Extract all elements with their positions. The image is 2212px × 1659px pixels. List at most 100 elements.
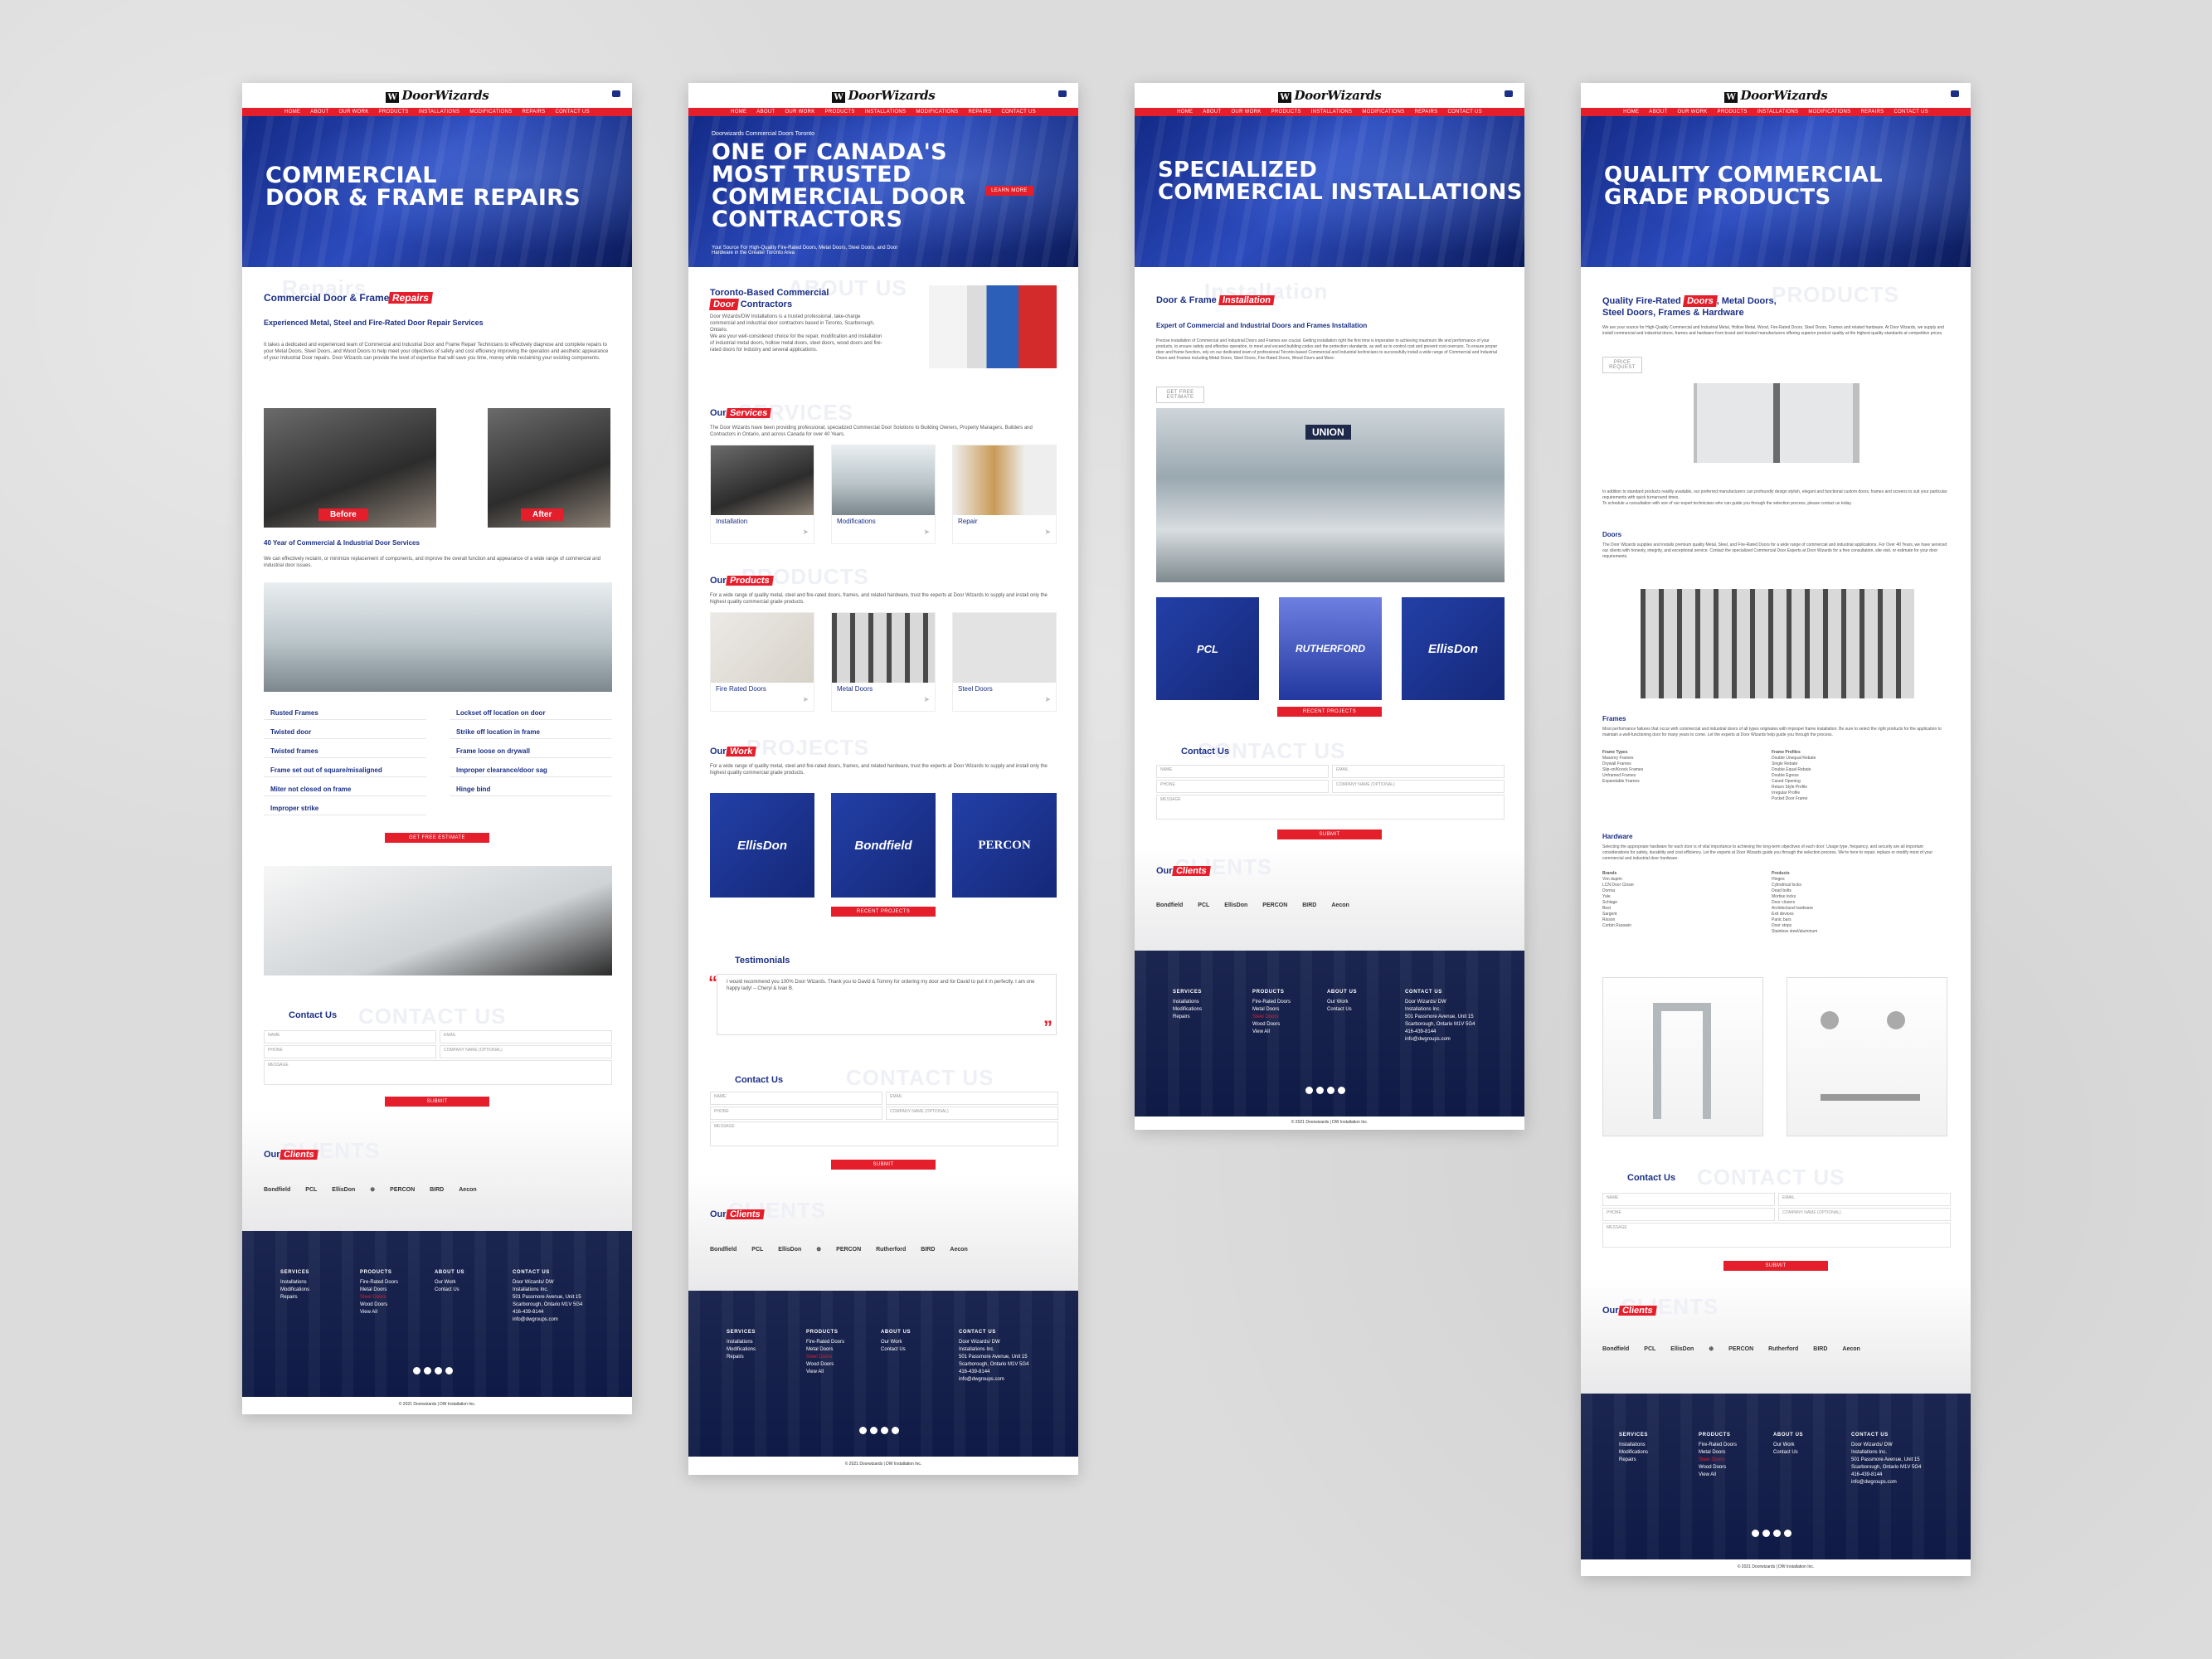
nav-products[interactable]: PRODUCTS bbox=[825, 109, 855, 114]
nav-repairs[interactable]: REPAIRS bbox=[522, 109, 545, 114]
footer-link[interactable]: View All bbox=[360, 1309, 398, 1316]
product-card[interactable]: Metal Doors ➤ bbox=[831, 612, 936, 712]
footer-link[interactable]: Our Work bbox=[881, 1339, 911, 1346]
linkedin-icon[interactable] bbox=[1762, 1530, 1770, 1537]
message-field[interactable]: MESSAGE bbox=[1602, 1223, 1951, 1248]
footer-link[interactable]: Modifications bbox=[1619, 1449, 1648, 1457]
footer-link[interactable]: Fire-Rated Doors bbox=[806, 1339, 844, 1346]
nav-installations[interactable]: INSTALLATIONS bbox=[419, 109, 460, 114]
nav-products[interactable]: PRODUCTS bbox=[1271, 109, 1301, 114]
linkedin-icon[interactable] bbox=[870, 1427, 878, 1434]
nav-modifications[interactable]: MODIFICATIONS bbox=[1362, 109, 1404, 114]
service-card[interactable]: Repair ➤ bbox=[952, 445, 1057, 544]
recent-projects-button[interactable]: RECENT PROJECTS bbox=[831, 907, 936, 917]
facebook-icon[interactable] bbox=[445, 1367, 453, 1374]
nav-products[interactable]: PRODUCTS bbox=[1718, 109, 1748, 114]
footer-link[interactable]: Metal Doors bbox=[360, 1287, 398, 1294]
footer-link[interactable]: Metal Doors bbox=[1699, 1449, 1737, 1457]
nav-our-work[interactable]: OUR WORK bbox=[785, 109, 814, 114]
nav-products[interactable]: PRODUCTS bbox=[379, 109, 409, 114]
phone-icon[interactable] bbox=[612, 90, 619, 97]
footer-link[interactable]: Contact Us bbox=[435, 1287, 464, 1294]
footer-link[interactable]: View All bbox=[806, 1369, 844, 1376]
message-field[interactable]: MESSAGE bbox=[710, 1121, 1058, 1146]
footer-link[interactable]: Repairs bbox=[280, 1294, 309, 1301]
name-field[interactable]: NAME bbox=[264, 1030, 436, 1044]
nav-modifications[interactable]: MODIFICATIONS bbox=[469, 109, 512, 114]
footer-link[interactable]: Installations bbox=[1173, 999, 1202, 1006]
nav-our-work[interactable]: OUR WORK bbox=[1677, 109, 1707, 114]
footer-link[interactable]: Contact Us bbox=[1773, 1449, 1803, 1457]
footer-link[interactable]: Fire-Rated Doors bbox=[1699, 1442, 1737, 1449]
product-card[interactable]: Steel Doors ➤ bbox=[952, 612, 1057, 712]
footer-link[interactable]: Steel Doors bbox=[1699, 1457, 1737, 1464]
footer-link[interactable]: Fire-Rated Doors bbox=[1252, 999, 1291, 1006]
footer-link[interactable]: Fire-Rated Doors bbox=[360, 1279, 398, 1287]
site-logo[interactable]: W DoorWizards bbox=[1723, 88, 1828, 103]
instagram-icon[interactable] bbox=[881, 1427, 888, 1434]
message-field[interactable]: MESSAGE bbox=[264, 1060, 612, 1085]
project-tile[interactable]: Bondfield bbox=[831, 793, 936, 898]
footer-link[interactable]: Metal Doors bbox=[1252, 1006, 1291, 1014]
submit-button[interactable]: SUBMIT bbox=[1723, 1261, 1828, 1271]
client-tile[interactable]: EllisDon bbox=[1402, 597, 1505, 700]
company-field[interactable]: COMPANY NAME (OPTIONAL) bbox=[886, 1107, 1058, 1120]
site-logo[interactable]: W DoorWizards bbox=[385, 88, 489, 103]
message-field[interactable]: MESSAGE bbox=[1156, 795, 1505, 820]
service-card[interactable]: Installation ➤ bbox=[710, 445, 814, 544]
recent-projects-button[interactable]: RECENT PROJECTS bbox=[1277, 707, 1382, 717]
twitter-icon[interactable] bbox=[413, 1367, 421, 1374]
email-field[interactable]: EMAIL bbox=[886, 1092, 1058, 1105]
nav-home[interactable]: HOME bbox=[731, 109, 746, 114]
nav-contact[interactable]: CONTACT US bbox=[1894, 109, 1928, 114]
nav-repairs[interactable]: REPAIRS bbox=[1414, 109, 1437, 114]
name-field[interactable]: NAME bbox=[1602, 1193, 1775, 1206]
estimate-button[interactable]: GET FREE ESTIMATE bbox=[385, 833, 489, 843]
project-tile[interactable]: PERCON bbox=[952, 793, 1057, 898]
footer-link[interactable]: Repairs bbox=[1173, 1014, 1202, 1021]
footer-link[interactable]: Wood Doors bbox=[1252, 1021, 1291, 1029]
submit-button[interactable]: SUBMIT bbox=[831, 1160, 936, 1170]
linkedin-icon[interactable] bbox=[1316, 1087, 1324, 1094]
client-tile[interactable]: PCL bbox=[1156, 597, 1259, 700]
footer-link[interactable]: Wood Doors bbox=[360, 1301, 398, 1309]
learn-more-button[interactable]: LEARN MORE bbox=[985, 186, 1033, 196]
nav-repairs[interactable]: REPAIRS bbox=[968, 109, 991, 114]
nav-about[interactable]: ABOUT bbox=[1649, 109, 1667, 114]
phone-field[interactable]: PHONE bbox=[264, 1045, 436, 1058]
footer-link[interactable]: Steel Doors bbox=[1252, 1014, 1291, 1021]
facebook-icon[interactable] bbox=[1338, 1087, 1345, 1094]
phone-icon[interactable] bbox=[1505, 90, 1511, 97]
name-field[interactable]: NAME bbox=[1156, 765, 1329, 778]
nav-our-work[interactable]: OUR WORK bbox=[338, 109, 368, 114]
site-logo[interactable]: W DoorWizards bbox=[831, 88, 936, 103]
nav-home[interactable]: HOME bbox=[284, 109, 300, 114]
nav-home[interactable]: HOME bbox=[1177, 109, 1193, 114]
nav-about[interactable]: ABOUT bbox=[310, 109, 328, 114]
footer-link[interactable]: Installations bbox=[727, 1339, 756, 1346]
company-field[interactable]: COMPANY NAME (OPTIONAL) bbox=[440, 1045, 612, 1058]
facebook-icon[interactable] bbox=[1784, 1530, 1791, 1537]
footer-link[interactable]: Wood Doors bbox=[806, 1361, 844, 1369]
nav-modifications[interactable]: MODIFICATIONS bbox=[1808, 109, 1850, 114]
client-tile[interactable]: RUTHERFORD bbox=[1279, 597, 1382, 700]
phone-field[interactable]: PHONE bbox=[710, 1107, 882, 1120]
twitter-icon[interactable] bbox=[859, 1427, 867, 1434]
nav-about[interactable]: ABOUT bbox=[756, 109, 775, 114]
footer-link[interactable]: Our Work bbox=[435, 1279, 464, 1287]
price-request-button[interactable]: PRICE REQUEST bbox=[1602, 357, 1642, 373]
estimate-button[interactable]: GET FREE ESTIMATE bbox=[1156, 387, 1204, 403]
nav-contact[interactable]: CONTACT US bbox=[555, 109, 589, 114]
email-field[interactable]: EMAIL bbox=[1332, 765, 1505, 778]
footer-link[interactable]: Contact Us bbox=[881, 1346, 911, 1354]
nav-contact[interactable]: CONTACT US bbox=[1447, 109, 1481, 114]
product-card[interactable]: Fire Rated Doors ➤ bbox=[710, 612, 814, 712]
nav-our-work[interactable]: OUR WORK bbox=[1231, 109, 1261, 114]
footer-link[interactable]: Installations bbox=[1619, 1442, 1648, 1449]
submit-button[interactable]: SUBMIT bbox=[1277, 830, 1382, 839]
nav-about[interactable]: ABOUT bbox=[1203, 109, 1221, 114]
facebook-icon[interactable] bbox=[892, 1427, 899, 1434]
instagram-icon[interactable] bbox=[1327, 1087, 1334, 1094]
footer-link[interactable]: Modifications bbox=[1173, 1006, 1202, 1014]
submit-button[interactable]: SUBMIT bbox=[385, 1097, 489, 1107]
